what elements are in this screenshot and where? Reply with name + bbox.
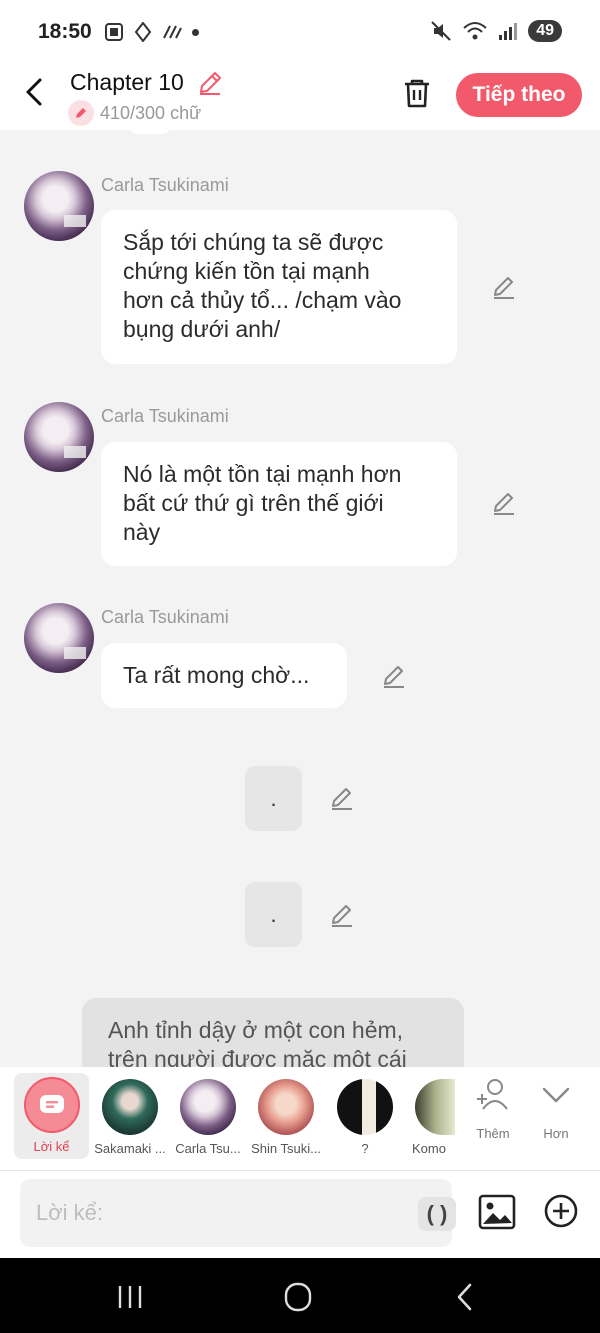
parenthesis-button[interactable]: ( ) [418, 1197, 456, 1231]
trash-icon[interactable] [400, 76, 434, 110]
narration-bubble[interactable]: Anh tỉnh dậy ở một con hẻm, trên người đ… [82, 998, 464, 1067]
avatar[interactable] [24, 402, 94, 472]
narrator-label: Lời kể [33, 1139, 70, 1154]
image-icon[interactable] [478, 1193, 516, 1231]
character-name: Carla Tsu... [175, 1141, 241, 1156]
pencil-badge-icon [68, 100, 94, 126]
pencil-icon[interactable] [196, 69, 224, 97]
mute-icon [431, 21, 451, 41]
character-avatar [102, 1079, 158, 1135]
edit-icon[interactable] [380, 663, 408, 691]
sender-name: Carla Tsukinami [101, 406, 229, 426]
message-line: Nó là một tồn tại mạnh hơn [123, 461, 402, 487]
dot-message-bubble[interactable]: . [245, 882, 302, 947]
character-bar: Lời kể Sakamaki ... Carla Tsu... Shin Ts… [0, 1067, 600, 1171]
word-counter-text: 410/300 chữ [100, 102, 202, 123]
character-avatar [337, 1079, 393, 1135]
add-person-icon [477, 1079, 508, 1110]
chevron-down-icon [542, 1087, 570, 1103]
message-input[interactable] [36, 1197, 396, 1229]
add-circle-icon[interactable] [543, 1193, 579, 1229]
edit-icon[interactable] [328, 785, 356, 813]
status-bar: 18:50 49 [0, 0, 600, 62]
message-bubble[interactable]: Sắp tới chúng ta sẽ được chứng kiến tồn … [101, 210, 457, 364]
message-input-box[interactable]: ( ) [20, 1179, 456, 1247]
next-button[interactable]: Tiếp theo [456, 73, 582, 117]
signal-app-icon [134, 22, 152, 42]
character-item[interactable]: Komo [404, 1075, 455, 1159]
character-item[interactable]: Carla Tsu... [169, 1075, 247, 1159]
back-nav-icon[interactable] [446, 1282, 486, 1312]
composer: ( ) [0, 1171, 600, 1258]
edit-icon[interactable] [328, 902, 356, 930]
status-time: 18:50 [38, 20, 92, 43]
message-line: hơn cả thủy tổ... /chạm vào [123, 287, 402, 313]
cell-signal-icon [499, 23, 518, 40]
sender-name: Carla Tsukinami [101, 175, 229, 195]
dot-icon [192, 28, 199, 36]
status-icons-left [104, 22, 199, 42]
chapter-title[interactable]: Chapter 10 [70, 69, 184, 96]
add-character-label: Thêm [476, 1126, 510, 1141]
character-name: Sakamaki ... [94, 1141, 166, 1156]
word-counter: 410/300 chữ [68, 100, 201, 126]
edit-icon[interactable] [490, 274, 518, 302]
battery-indicator: 49 [528, 20, 562, 42]
sender-name: Carla Tsukinami [101, 607, 229, 627]
message-line: chứng kiến tồn tại mạnh [123, 258, 370, 284]
message-line: Sắp tới chúng ta sẽ được [123, 229, 384, 255]
message-line: bụng dưới anh/ [123, 316, 281, 342]
message-bubble[interactable]: Nó là một tồn tại mạnh hơn bất cứ thứ gì… [101, 442, 457, 566]
character-avatar [415, 1079, 455, 1135]
message-line: bất cứ thứ gì trên thế giới [123, 490, 384, 516]
character-item[interactable]: Shin Tsuki... [247, 1075, 325, 1159]
recents-icon[interactable] [110, 1282, 150, 1312]
screenshot-icon [105, 23, 123, 41]
bubble-fragment [128, 130, 172, 134]
narration-line: Anh tỉnh dậy ở một con hẻm, [108, 1017, 404, 1043]
app-header: Chapter 10 410/300 chữ Tiếp theo [0, 62, 600, 130]
wifi-icon [463, 22, 487, 40]
system-nav-bar [0, 1258, 600, 1333]
avatar[interactable] [24, 603, 94, 673]
message-bubble[interactable]: Ta rất mong chờ... [101, 643, 347, 708]
character-avatar [258, 1079, 314, 1135]
message-line: Ta rất mong chờ... [123, 662, 310, 688]
message-line: này [123, 519, 161, 545]
character-avatar [180, 1079, 236, 1135]
collapse-button[interactable]: Hơn [526, 1075, 586, 1141]
narration-line: trên người được mặc một cái [108, 1046, 407, 1067]
network-icon [163, 25, 182, 39]
narrator-icon [24, 1077, 80, 1133]
avatar[interactable] [24, 171, 94, 241]
home-icon[interactable] [278, 1282, 318, 1312]
dot-message-bubble[interactable]: . [245, 766, 302, 831]
character-item[interactable]: ? [326, 1075, 404, 1159]
character-name: ? [361, 1141, 369, 1156]
collapse-label: Hơn [543, 1126, 569, 1141]
back-arrow-icon[interactable] [18, 74, 52, 110]
character-name: Shin Tsuki... [251, 1141, 321, 1156]
edit-icon[interactable] [490, 490, 518, 518]
narrator-selector[interactable]: Lời kể [14, 1073, 89, 1159]
status-icons-right: 49 [430, 20, 562, 42]
character-name: Komo [412, 1141, 446, 1156]
add-character-button[interactable]: Thêm [463, 1075, 523, 1141]
chat-area[interactable]: Carla Tsukinami Sắp tới chúng ta sẽ được… [0, 130, 600, 1067]
character-item[interactable]: Sakamaki ... [91, 1075, 169, 1159]
